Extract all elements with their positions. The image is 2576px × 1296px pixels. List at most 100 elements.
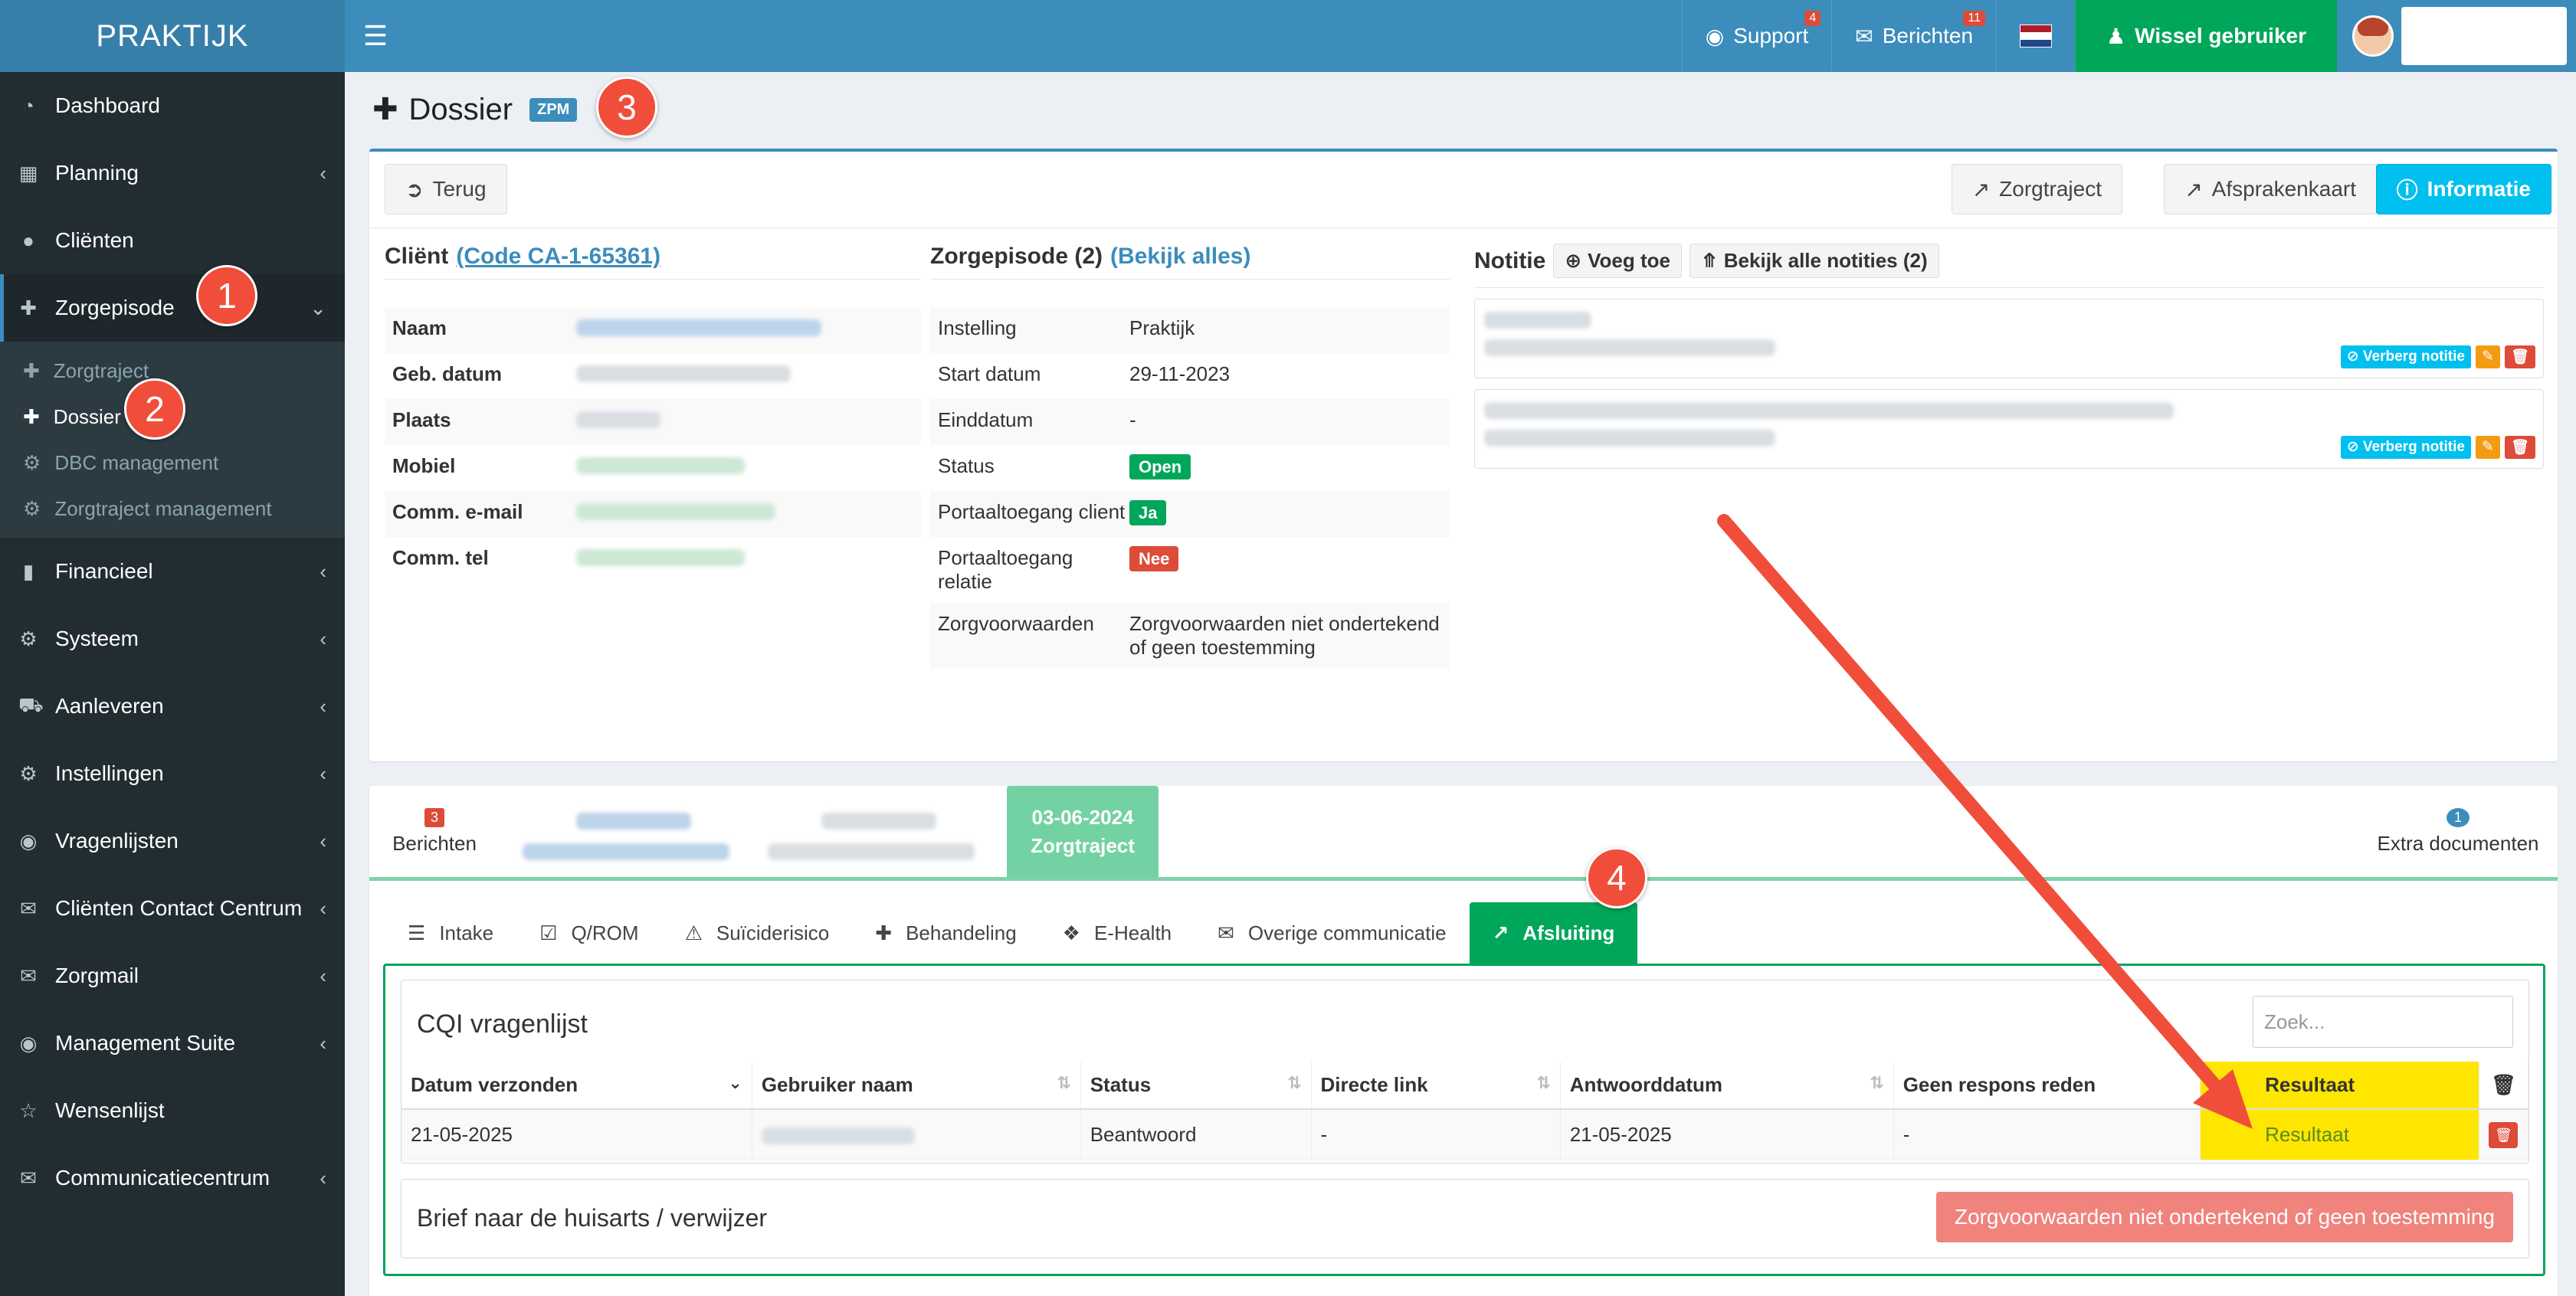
informatie-button[interactable]: ⓘ Informatie [2375,164,2551,214]
sidebar-item-zorgmail[interactable]: ✉ Zorgmail ‹ [0,942,345,1010]
envelope-icon: ✉ [20,1166,37,1190]
back-button[interactable]: ➲ Terug [385,164,507,214]
cubes-icon: ❖ [1062,921,1080,944]
tab-ehealth[interactable]: ❖ E-Health [1040,902,1195,964]
timeline-zorgtraject-active[interactable]: 03-06-2024 Zorgtraject [1007,786,1159,877]
lifebuoy-icon: ◉ [1705,24,1725,48]
menu-toggle-icon[interactable]: ☰ [345,0,406,72]
delete-note-button[interactable]: 🗑 [2504,436,2535,459]
tab-intake[interactable]: ☰ Intake [385,902,516,964]
chevron-down-icon: ⌄ [310,296,326,319]
brief-title: Brief naar de huisarts / verwijzer [417,1204,768,1232]
globe-icon: ◉ [19,1031,38,1055]
trash-icon: 🗑 [2510,440,2529,456]
bekijk-alles-link[interactable]: (Bekijk alles) [1110,244,1250,270]
sidebar-item-communicatiecentrum[interactable]: ✉ Communicatiecentrum ‹ [0,1144,345,1212]
zorgtraject-button[interactable]: ↗ Zorgtraject [1951,164,2122,214]
sidebar-item-systeem[interactable]: ⚙ Systeem ‹ [0,605,345,673]
episode-row-instelling: Instelling Praktijk [930,307,1450,353]
sort-icon: ⇅ [1870,1073,1884,1092]
brand-logo[interactable]: PRAKTIJK [0,0,345,72]
gear-icon: ⚙ [23,496,41,520]
edit-note-button[interactable]: ✎ [2475,345,2500,368]
resultaat-link[interactable]: Resultaat [2265,1123,2349,1146]
status-badge: Open [1129,454,1191,479]
tab-overige-communicatie[interactable]: ✉ Overige communicatie [1195,902,1469,964]
col-antwoorddatum[interactable]: Antwoorddatum ⇅ [1560,1062,1894,1110]
dutch-flag-icon [2020,25,2053,47]
col-gebruiker-naam[interactable]: Gebruiker naam ⇅ [752,1062,1081,1110]
client-details: Naam Geb. datum Plaats Mobiel Comm. e-ma… [385,307,921,583]
col-geen-respons-reden[interactable]: Geen respons reden [1893,1062,2201,1110]
episode-row-status: Status Open [930,445,1450,491]
col-directe-link[interactable]: Directe link ⇅ [1311,1062,1561,1110]
episode-row-portaal-relatie: Portaaltoegang relatie Nee [930,537,1450,603]
sidebar-item-management-suite[interactable]: ◉ Management Suite ‹ [0,1010,345,1077]
sidebar-item-planning[interactable]: ▦ Planning ‹ [0,139,345,207]
client-row-plaats: Plaats [385,399,921,445]
envelope-icon: ✉ [20,964,37,987]
hide-note-button[interactable]: ⊘ Verberg notitie [2340,436,2471,459]
tab-afsluiting[interactable]: ↗ Afsluiting [1469,902,1638,964]
redacted-value [1484,339,1775,356]
cqi-title: CQI vragenlijst [417,1010,588,1039]
dashboard-icon: ◔ [22,93,34,117]
truck-icon: ⛟ [18,692,44,716]
chevron-left-icon: ‹ [320,964,326,987]
timeline-redacted-item[interactable] [523,804,745,866]
notes-heading: Notitie ⊕ Voeg toe ⤊ Bekijk alle notities … [1474,244,2544,288]
sidebar-item-clienten[interactable]: ● Cliënten [0,207,345,274]
client-row-comm-email: Comm. e-mail [385,491,921,537]
col-datum-verzonden[interactable]: Datum verzonden ⌄ [401,1062,752,1110]
cqi-box: CQI vragenlijst Zoek... Datum verzonden ⌄… [401,980,2529,1163]
timeline-redacted-item[interactable] [768,804,990,866]
col-status[interactable]: Status ⇅ [1080,1062,1312,1110]
cqi-table: Datum verzonden ⌄ Gebruiker naam ⇅ Status ⇅… [401,1062,2529,1160]
berichten-count-badge: 11 [1963,11,1986,26]
client-row-comm-tel: Comm. tel [385,537,921,583]
globe-icon: ◉ [19,829,38,853]
client-code-link[interactable]: (Code CA-1-65361) [456,244,660,270]
delete-note-button[interactable]: 🗑 [2504,345,2535,368]
delete-row-button[interactable]: 🗑 [2489,1122,2519,1148]
arrow-up-circle-icon: ⤊ [1700,249,1718,272]
redacted-value [576,457,745,474]
chevron-left-icon: ‹ [320,161,326,185]
timeline-extra-documenten[interactable]: 1 Extra documenten [2358,786,2558,877]
sort-icon: ⇅ [1057,1073,1071,1092]
support-link[interactable]: ◉ Support 4 [1681,0,1832,72]
sidebar-item-aanleveren[interactable]: ⛟ Aanleveren ‹ [0,673,345,740]
sidebar-item-dashboard[interactable]: ◔ Dashboard [0,72,345,139]
search-input[interactable]: Zoek... [2253,996,2513,1048]
hide-note-button[interactable]: ⊘ Verberg notitie [2340,345,2471,368]
tab-behandeling[interactable]: ✚ Behandeling [852,902,1039,964]
client-row-naam: Naam [385,307,921,353]
tab-qrom[interactable]: ☑ Q/ROM [516,902,661,964]
sidebar-item-financieel[interactable]: ▮ Financieel ‹ [0,538,345,605]
sidebar-item-zorgepisode[interactable]: ✚ Zorgepisode ⌄ [0,274,345,342]
sidebar-item-wensenlijst[interactable]: ☆ Wensenlijst [0,1077,345,1144]
timeline-berichten[interactable]: 3 Berichten [369,786,500,877]
sort-desc-icon: ⌄ [728,1073,742,1092]
zorgvoorwaarden-button[interactable]: Zorgvoorwaarden niet ondertekend of geen… [1935,1192,2513,1242]
tab-suiciderisico[interactable]: ⚠ Suïciderisico [662,902,853,964]
wissel-gebruiker-button[interactable]: ♟ Wissel gebruiker [2075,0,2337,72]
external-link-icon: ↗ [1492,921,1509,944]
add-note-button[interactable]: ⊕ Voeg toe [1553,244,1682,278]
col-delete: 🗑 [2479,1062,2529,1110]
sidebar-item-instellingen[interactable]: ⚙ Instellingen ‹ [0,740,345,807]
sidebar-item-vragenlijsten[interactable]: ◉ Vragenlijsten ‹ [0,807,345,875]
afsprakenkaart-button[interactable]: ↗ Afsprakenkaart [2164,164,2377,214]
sidebar-subitem-dbc-management[interactable]: ⚙ DBC management [0,440,345,486]
sidebar-subitem-zorgtraject-management[interactable]: ⚙ Zorgtraject management [0,486,345,532]
col-resultaat[interactable]: Resultaat [2200,1062,2479,1110]
sort-icon: ⇅ [1536,1073,1551,1092]
edit-note-button[interactable]: ✎ [2475,436,2500,459]
sidebar-item-clienten-contact-centrum[interactable]: ✉ Cliënten Contact Centrum ‹ [0,875,345,942]
external-link-icon: ↗ [2184,177,2203,201]
language-selector[interactable] [1996,0,2075,72]
redacted-value [761,1127,915,1145]
berichten-link[interactable]: ✉ Berichten 11 [1831,0,1996,72]
view-all-notes-button[interactable]: ⤊ Bekijk alle notities (2) [1689,244,1939,278]
user-menu[interactable] [2337,0,2576,72]
